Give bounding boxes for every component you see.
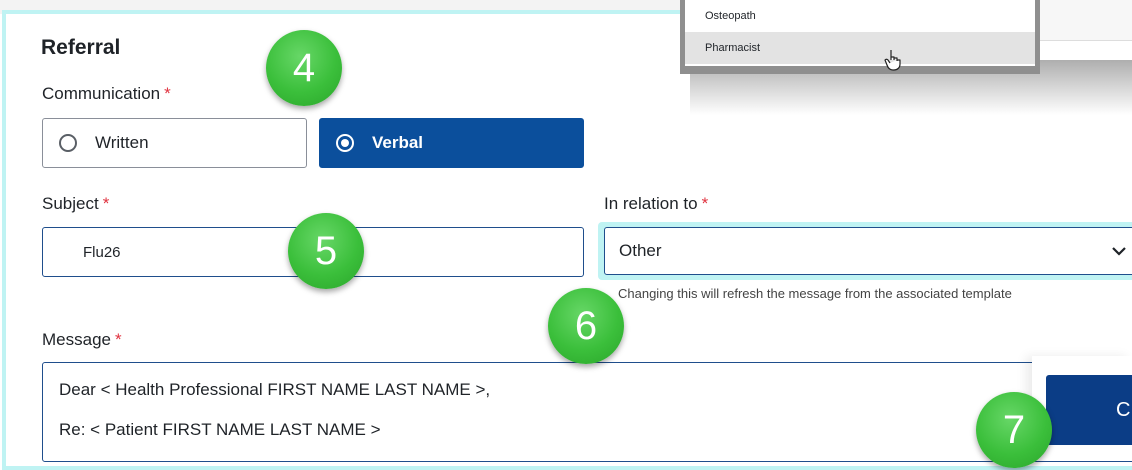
message-line: Dear < Health Professional FIRST NAME LA… [59,380,491,399]
step-badge-6: 6 [548,288,624,364]
subject-label: Subject * [42,194,109,214]
dropdown-item-osteopath[interactable]: Osteopath [685,0,1035,32]
subject-input-value: Flu26 [83,243,121,261]
message-label-text: Message [42,330,111,349]
section-title: Referral [41,36,121,59]
message-textarea[interactable]: Dear < Health Professional FIRST NAME LA… [42,362,1132,462]
relation-label-text: In relation to [604,194,698,213]
message-label: Message * [42,330,122,350]
relation-select-value: Other [619,241,662,260]
continue-button[interactable]: C [1046,375,1132,445]
dropdown-border [680,66,1040,74]
required-asterisk: * [102,194,110,213]
required-asterisk: * [114,330,122,349]
radio-checked-icon [336,134,354,152]
message-line: Re: < Patient FIRST NAME LAST NAME > [59,420,381,439]
relation-hint: Changing this will refresh the message f… [618,286,1012,301]
required-asterisk: * [701,194,709,213]
relation-select[interactable]: Other [604,227,1132,275]
hand-pointer-icon [884,50,901,71]
relation-label: In relation to * [604,194,708,214]
radio-written-label: Written [95,133,149,152]
continue-button-label: C [1116,398,1131,421]
required-asterisk: * [164,84,171,103]
step-badge-7: 7 [976,392,1052,468]
chevron-down-icon[interactable] [1110,242,1128,260]
top-right-area [1040,0,1132,41]
step-badge-4: 4 [266,30,342,106]
subject-label-text: Subject [42,194,99,213]
profession-dropdown: Osteopath Pharmacist [680,0,1040,72]
communication-label: Communication * [42,84,171,104]
radio-written[interactable]: Written [42,118,307,168]
dropdown-item-pharmacist[interactable]: Pharmacist [685,32,1035,64]
radio-verbal-label: Verbal [372,133,424,152]
radio-unchecked-icon [59,134,77,152]
step-badge-5: 5 [288,213,364,289]
communication-label-text: Communication [42,84,161,103]
radio-verbal[interactable]: Verbal [319,118,584,168]
